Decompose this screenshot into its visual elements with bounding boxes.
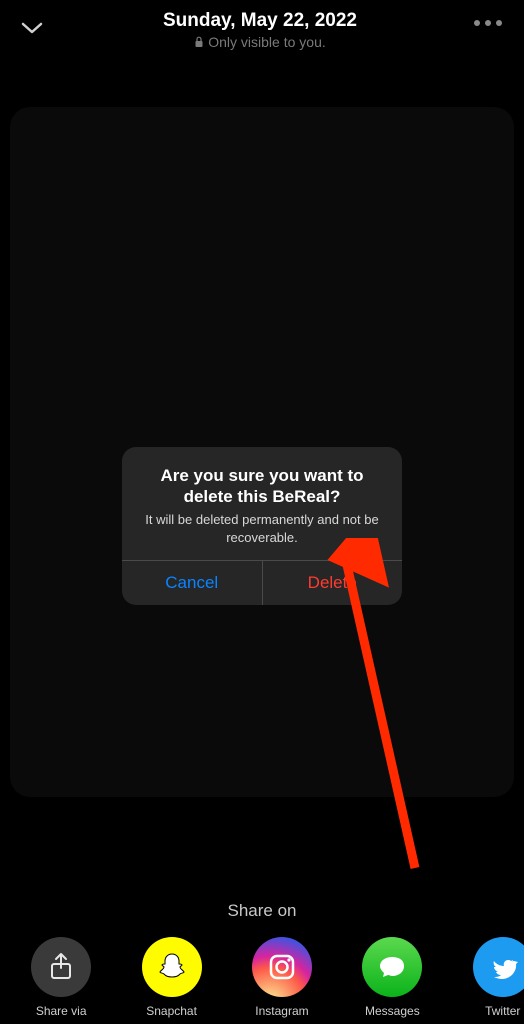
dialog-overlay: Are you sure you want to delete this BeR… — [0, 0, 524, 1024]
cancel-button[interactable]: Cancel — [122, 561, 263, 605]
dialog-buttons: Cancel Delete — [122, 560, 402, 605]
delete-button[interactable]: Delete — [263, 561, 403, 605]
dialog-content: Are you sure you want to delete this BeR… — [122, 447, 402, 561]
dialog-message: It will be deleted permanently and not b… — [138, 511, 386, 546]
dialog-title: Are you sure you want to delete this BeR… — [138, 465, 386, 508]
confirm-dialog: Are you sure you want to delete this BeR… — [122, 447, 402, 606]
